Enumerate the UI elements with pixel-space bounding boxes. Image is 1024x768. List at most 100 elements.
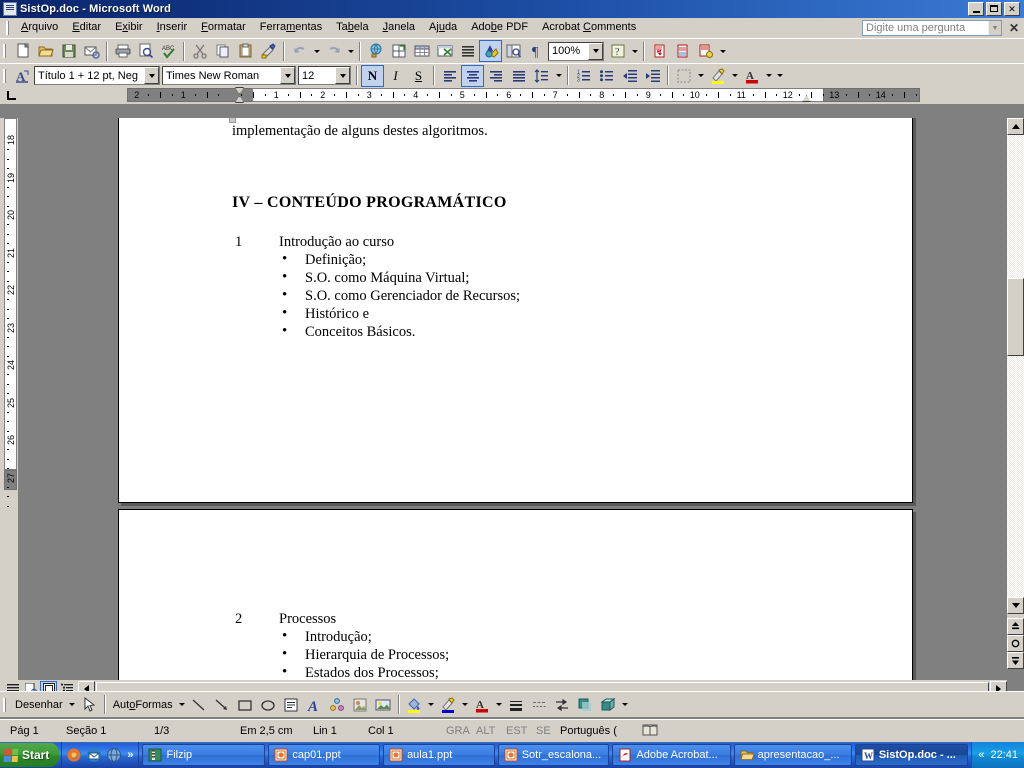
select-browse-object-icon[interactable] <box>1007 635 1024 652</box>
vertical-scroll-thumb[interactable] <box>1007 278 1024 356</box>
borders-icon[interactable] <box>672 65 695 87</box>
bullet-item[interactable]: Estados dos Processos; <box>282 664 439 680</box>
line-spacing-dropdown-icon[interactable] <box>553 65 564 87</box>
fill-color-dropdown-icon[interactable] <box>426 694 437 716</box>
highlight-color-icon[interactable] <box>706 65 729 87</box>
spelling-status-icon[interactable] <box>638 723 662 740</box>
bullet-item[interactable]: Introdução; <box>282 628 372 646</box>
line-style-icon[interactable] <box>505 694 528 716</box>
borders-dropdown-icon[interactable] <box>695 65 706 87</box>
drawing-toolbar-options-icon[interactable] <box>620 694 631 716</box>
task-button[interactable]: cap01.ppt <box>268 744 381 766</box>
menu-acrobat-comments[interactable]: Acrobat Comments <box>535 19 643 36</box>
insert-excel-sheet-icon[interactable] <box>433 40 456 62</box>
picture-icon[interactable] <box>372 694 395 716</box>
task-button[interactable]: aula1.ppt <box>383 744 495 766</box>
copy-icon[interactable] <box>211 40 234 62</box>
redo-dropdown-icon[interactable] <box>345 40 356 62</box>
clip-art-icon[interactable] <box>349 694 372 716</box>
bullet-item[interactable]: Definição; <box>282 251 366 269</box>
wordart-icon[interactable]: A <box>303 694 326 716</box>
restore-button[interactable] <box>986 2 1002 16</box>
menu-bar-grip[interactable] <box>6 20 9 35</box>
menu-editar[interactable]: Editar <box>65 19 108 36</box>
font-dropdown-arrow[interactable] <box>280 67 295 84</box>
drawing-icon[interactable] <box>479 40 502 62</box>
style-combo[interactable]: Título 1 + 12 pt, Neg <box>34 66 160 85</box>
rectangle-icon[interactable] <box>234 694 257 716</box>
align-right-icon[interactable] <box>484 65 507 87</box>
outlook-express-icon[interactable] <box>85 746 103 764</box>
justify-icon[interactable] <box>507 65 530 87</box>
line-spacing-icon[interactable] <box>530 65 553 87</box>
text-box-icon[interactable] <box>280 694 303 716</box>
outline-number-2[interactable]: 2 <box>235 611 242 628</box>
highlight-color-dropdown-icon[interactable] <box>729 65 740 87</box>
3d-style-icon[interactable] <box>597 694 620 716</box>
bold-button[interactable]: N <box>361 64 384 87</box>
draw-menu-button[interactable]: Desenhar <box>11 699 67 711</box>
vertical-scroll-track[interactable] <box>1007 135 1024 597</box>
open-folder-icon[interactable] <box>34 40 57 62</box>
align-left-icon[interactable] <box>438 65 461 87</box>
columns-icon[interactable] <box>456 40 479 62</box>
menu-tabela[interactable]: Tabela <box>329 19 375 36</box>
bullet-item[interactable]: Conceitos Básicos. <box>282 323 415 341</box>
print-preview-icon[interactable] <box>134 40 157 62</box>
italic-button[interactable]: I <box>384 65 407 87</box>
align-center-icon[interactable] <box>461 64 484 87</box>
insert-hyperlink-icon[interactable] <box>364 40 387 62</box>
diagram-icon[interactable] <box>326 694 349 716</box>
menu-exibir[interactable]: Exibir <box>108 19 150 36</box>
zoom-combo[interactable]: 100% <box>548 41 604 61</box>
spellcheck-abc-icon[interactable]: ABC <box>157 40 180 62</box>
menu-arquivo[interactable]: Arquivo <box>14 19 65 36</box>
close-document-button[interactable]: ✕ <box>1009 21 1019 35</box>
cut-scissors-icon[interactable] <box>188 40 211 62</box>
help-icon[interactable]: ? <box>606 40 629 62</box>
close-button[interactable]: ✕ <box>1004 2 1020 16</box>
status-est[interactable]: EST <box>502 725 532 737</box>
page-canvas[interactable]: implementação de alguns destes algoritmo… <box>18 118 1006 680</box>
font-size-dropdown-arrow[interactable] <box>335 67 350 84</box>
font-color-icon[interactable]: A <box>471 694 494 716</box>
font-color-dropdown-icon[interactable] <box>494 694 505 716</box>
bulleted-list-icon[interactable] <box>595 65 618 87</box>
task-button[interactable]: apresentacao_... <box>733 744 852 766</box>
insert-table-icon[interactable] <box>410 40 433 62</box>
left-tab-stop-icon[interactable] <box>0 87 22 104</box>
shadow-style-icon[interactable] <box>574 694 597 716</box>
minimize-button[interactable] <box>968 2 984 16</box>
dash-style-icon[interactable] <box>528 694 551 716</box>
status-gra[interactable]: GRA <box>442 725 472 737</box>
tray-expand-icon[interactable]: « <box>978 749 984 761</box>
convert-to-pdf-icon[interactable]: ↯ <box>648 40 671 62</box>
scroll-down-arrow[interactable] <box>1007 597 1024 614</box>
document-page-1[interactable]: implementação de alguns destes algoritmo… <box>118 118 913 503</box>
task-button-active[interactable]: W SistOp.doc - ... <box>854 744 969 766</box>
document-map-icon[interactable] <box>502 40 525 62</box>
menu-ferramentas[interactable]: Ferramentas <box>253 19 329 36</box>
arrow-style-icon[interactable] <box>551 694 574 716</box>
decrease-indent-icon[interactable] <box>618 65 641 87</box>
toolbar-options-icon[interactable] <box>629 40 640 62</box>
task-button[interactable]: Adobe Acrobat... <box>612 744 731 766</box>
font-color-dropdown-icon[interactable] <box>763 65 774 87</box>
document-page-2[interactable]: 2 Processos Introdução; Hierarquia de Pr… <box>118 509 913 680</box>
fill-color-icon[interactable] <box>403 694 426 716</box>
clock[interactable]: 22:41 <box>990 749 1018 761</box>
line-color-icon[interactable] <box>437 694 460 716</box>
draw-menu-dropdown-icon[interactable] <box>67 694 78 716</box>
drawing-toolbar-grip[interactable] <box>3 697 6 712</box>
email-search-icon[interactable] <box>80 40 103 62</box>
previous-page-icon[interactable] <box>1007 618 1024 635</box>
vertical-scrollbar[interactable] <box>1007 118 1024 669</box>
paste-clipboard-icon[interactable] <box>234 40 257 62</box>
paragraph-trailing[interactable]: implementação de alguns destes algoritmo… <box>232 123 488 140</box>
outline-number-1[interactable]: 1 <box>235 234 242 251</box>
numbered-list-icon[interactable]: 123 <box>572 65 595 87</box>
menu-ajuda[interactable]: Ajuda <box>422 19 464 36</box>
browser-globe-icon[interactable] <box>105 746 123 764</box>
autoshapes-dropdown-icon[interactable] <box>177 694 188 716</box>
format-painter-icon[interactable] <box>257 40 280 62</box>
